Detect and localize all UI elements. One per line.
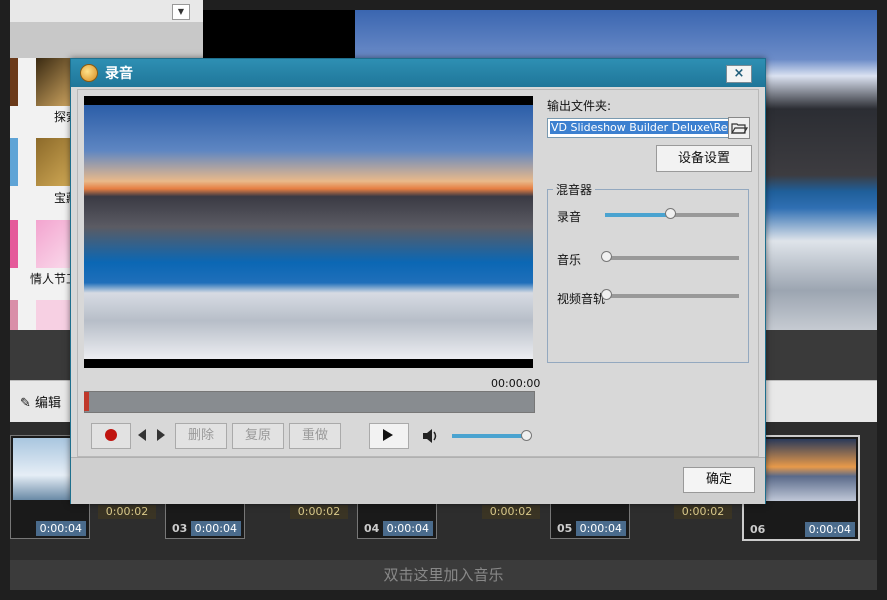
clip-number: 05 [557, 522, 573, 535]
transition-duration[interactable]: 0:00:02 [98, 505, 156, 519]
volume-slider-handle[interactable] [521, 430, 532, 441]
music-hint: 双击这里加入音乐 [383, 566, 504, 584]
mixer-slider-music[interactable] [605, 256, 739, 260]
delete-button[interactable]: 删除 [175, 423, 227, 449]
volume-slider[interactable] [452, 434, 525, 438]
template-panel-frame [10, 22, 203, 58]
device-settings-button[interactable]: 设备设置 [656, 145, 752, 172]
folder-open-icon[interactable] [728, 117, 750, 139]
transition-duration[interactable]: 0:00:02 [482, 505, 540, 519]
edit-label: 编辑 [35, 396, 62, 411]
timeline-scrubber[interactable] [84, 391, 535, 413]
redo-button[interactable]: 重做 [289, 423, 341, 449]
transition-duration[interactable]: 0:00:02 [674, 505, 732, 519]
play-icon [383, 429, 393, 441]
record-icon [105, 429, 117, 441]
clip-duration: 0:00:04 [804, 522, 855, 537]
output-folder-value: VD Slideshow Builder Deluxe\Record\ [550, 121, 728, 134]
mixer-slider-handle[interactable] [601, 251, 612, 262]
edit-button[interactable]: ✎ 编辑 [20, 392, 61, 412]
mixer-slider-video-track[interactable] [605, 294, 739, 298]
restore-button[interactable]: 复原 [232, 423, 284, 449]
mixer-label-music: 音乐 [557, 253, 582, 267]
previous-icon[interactable] [138, 429, 146, 441]
mixer-slider-fill [605, 213, 670, 217]
dialog-title-bar[interactable] [71, 59, 765, 87]
mixer-slider-handle[interactable] [601, 289, 612, 300]
scrubber-handle[interactable] [84, 392, 89, 411]
time-readout: 00:00:00 [491, 377, 541, 390]
clip-duration: 0:00:04 [190, 521, 241, 536]
clip-duration: 0:00:04 [382, 521, 433, 536]
ok-button[interactable]: 确定 [683, 467, 755, 493]
template-thumb[interactable] [10, 138, 18, 186]
mixer-label-video-track: 视频音轨 [557, 292, 606, 306]
speaker-icon[interactable] [421, 427, 439, 445]
app-icon [80, 64, 98, 82]
mixer-title: 混音器 [553, 181, 596, 198]
next-icon[interactable] [157, 429, 165, 441]
template-thumb[interactable] [10, 58, 18, 106]
close-button[interactable]: × [726, 65, 752, 83]
transition-duration[interactable]: 0:00:02 [290, 505, 348, 519]
pencil-icon: ✎ [20, 396, 31, 411]
output-folder-field[interactable]: VD Slideshow Builder Deluxe\Record\ [547, 118, 729, 138]
dialog-title: 录音 [105, 66, 133, 82]
output-folder-label: 输出文件夹: [547, 99, 612, 113]
clip-number: 04 [364, 522, 380, 535]
clip-duration: 0:00:04 [575, 521, 626, 536]
preview-black-area [203, 10, 355, 58]
dialog-footer [71, 457, 765, 504]
clip-number: 03 [172, 522, 188, 535]
chevron-down-icon[interactable]: ▼ [172, 4, 190, 20]
clip-duration: 0:00:04 [35, 521, 86, 536]
video-preview [84, 105, 533, 359]
clip-number: 06 [750, 523, 766, 536]
template-thumb[interactable] [10, 220, 18, 268]
mixer-label-record: 录音 [557, 210, 582, 224]
record-dialog: 录音 × 00:00:00 删除 复原 重做 输出文件夹: VD Slidesh… [70, 58, 766, 504]
